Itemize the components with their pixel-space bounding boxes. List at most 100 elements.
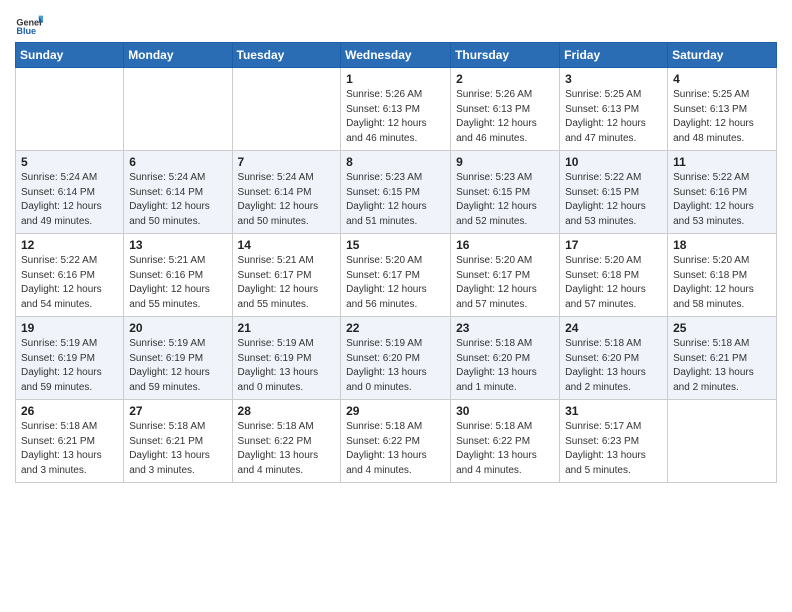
day-info: Sunrise: 5:17 AM Sunset: 6:23 PM Dayligh… [565,420,662,478]
week-row-3: 12 Sunrise: 5:22 AM Sunset: 6:16 PM Dayli… [16,234,777,317]
calendar-cell: 24 Sunrise: 5:18 AM Sunset: 6:20 PM Dayli… [560,317,668,400]
calendar-cell [124,68,232,151]
day-info: Sunrise: 5:22 AM Sunset: 6:15 PM Dayligh… [565,171,662,229]
day-number: 2 [456,72,554,86]
calendar-cell: 31 Sunrise: 5:17 AM Sunset: 6:23 PM Dayli… [560,400,668,483]
day-number: 24 [565,321,662,335]
calendar-cell: 23 Sunrise: 5:18 AM Sunset: 6:20 PM Dayli… [451,317,560,400]
calendar-cell: 29 Sunrise: 5:18 AM Sunset: 6:22 PM Dayli… [341,400,451,483]
day-number: 31 [565,404,662,418]
logo-icon: General Blue [15,10,43,38]
calendar-cell: 19 Sunrise: 5:19 AM Sunset: 6:19 PM Dayli… [16,317,124,400]
day-info: Sunrise: 5:20 AM Sunset: 6:18 PM Dayligh… [565,254,662,312]
day-info: Sunrise: 5:25 AM Sunset: 6:13 PM Dayligh… [673,88,771,146]
day-info: Sunrise: 5:18 AM Sunset: 6:20 PM Dayligh… [565,337,662,395]
calendar-cell: 5 Sunrise: 5:24 AM Sunset: 6:14 PM Daylig… [16,151,124,234]
day-info: Sunrise: 5:18 AM Sunset: 6:20 PM Dayligh… [456,337,554,395]
weekday-header-saturday: Saturday [668,43,777,68]
day-info: Sunrise: 5:20 AM Sunset: 6:18 PM Dayligh… [673,254,771,312]
week-row-5: 26 Sunrise: 5:18 AM Sunset: 6:21 PM Dayli… [16,400,777,483]
day-number: 23 [456,321,554,335]
day-number: 30 [456,404,554,418]
calendar-cell: 13Sunrise: 5:21 AM Sunset: 6:16 PM Dayli… [124,234,232,317]
day-number: 3 [565,72,662,86]
calendar-cell: 4Sunrise: 5:25 AM Sunset: 6:13 PM Daylig… [668,68,777,151]
week-row-4: 19 Sunrise: 5:19 AM Sunset: 6:19 PM Dayli… [16,317,777,400]
day-info: Sunrise: 5:20 AM Sunset: 6:17 PM Dayligh… [346,254,445,312]
day-number: 14 [238,238,336,252]
weekday-header-monday: Monday [124,43,232,68]
day-info: Sunrise: 5:18 AM Sunset: 6:21 PM Dayligh… [673,337,771,395]
calendar-cell: 6 Sunrise: 5:24 AM Sunset: 6:14 PM Daylig… [124,151,232,234]
weekday-header-thursday: Thursday [451,43,560,68]
calendar-cell: 12 Sunrise: 5:22 AM Sunset: 6:16 PM Dayli… [16,234,124,317]
calendar-cell: 10 Sunrise: 5:22 AM Sunset: 6:15 PM Dayli… [560,151,668,234]
day-number: 12 [21,238,118,252]
day-number: 26 [21,404,118,418]
day-number: 5 [21,155,118,169]
day-number: 11 [673,155,771,169]
day-number: 25 [673,321,771,335]
day-info: Sunrise: 5:19 AM Sunset: 6:19 PM Dayligh… [129,337,226,395]
calendar-cell: 11 Sunrise: 5:22 AM Sunset: 6:16 PM Dayli… [668,151,777,234]
day-info: Sunrise: 5:23 AM Sunset: 6:15 PM Dayligh… [456,171,554,229]
day-info: Sunrise: 5:26 AM Sunset: 6:13 PM Dayligh… [456,88,554,146]
week-row-2: 5 Sunrise: 5:24 AM Sunset: 6:14 PM Daylig… [16,151,777,234]
day-info: Sunrise: 5:18 AM Sunset: 6:21 PM Dayligh… [21,420,118,478]
calendar-cell: 25 Sunrise: 5:18 AM Sunset: 6:21 PM Dayli… [668,317,777,400]
day-info: Sunrise: 5:22 AM Sunset: 6:16 PM Dayligh… [21,254,118,312]
day-info: Sunrise: 5:19 AM Sunset: 6:19 PM Dayligh… [238,337,336,395]
calendar-cell: 18 Sunrise: 5:20 AM Sunset: 6:18 PM Dayli… [668,234,777,317]
day-info: Sunrise: 5:20 AM Sunset: 6:17 PM Dayligh… [456,254,554,312]
logo: General Blue [15,10,43,38]
day-number: 21 [238,321,336,335]
calendar-cell: 27 Sunrise: 5:18 AM Sunset: 6:21 PM Dayli… [124,400,232,483]
day-number: 27 [129,404,226,418]
calendar-cell [16,68,124,151]
calendar-cell: 22 Sunrise: 5:19 AM Sunset: 6:20 PM Dayli… [341,317,451,400]
day-number: 7 [238,155,336,169]
day-number: 13 [129,238,226,252]
day-info: Sunrise: 5:18 AM Sunset: 6:22 PM Dayligh… [456,420,554,478]
day-number: 19 [21,321,118,335]
day-info: Sunrise: 5:24 AM Sunset: 6:14 PM Dayligh… [21,171,118,229]
day-number: 18 [673,238,771,252]
day-info: Sunrise: 5:24 AM Sunset: 6:14 PM Dayligh… [129,171,226,229]
calendar-cell: 21 Sunrise: 5:19 AM Sunset: 6:19 PM Dayli… [232,317,341,400]
day-number: 8 [346,155,445,169]
day-info: Sunrise: 5:18 AM Sunset: 6:22 PM Dayligh… [238,420,336,478]
calendar-cell: 30 Sunrise: 5:18 AM Sunset: 6:22 PM Dayli… [451,400,560,483]
calendar-cell: 14Sunrise: 5:21 AM Sunset: 6:17 PM Dayli… [232,234,341,317]
weekday-header-sunday: Sunday [16,43,124,68]
calendar-cell: 3 Sunrise: 5:25 AM Sunset: 6:13 PM Daylig… [560,68,668,151]
weekday-header-friday: Friday [560,43,668,68]
day-info: Sunrise: 5:18 AM Sunset: 6:21 PM Dayligh… [129,420,226,478]
day-number: 17 [565,238,662,252]
day-number: 9 [456,155,554,169]
day-number: 28 [238,404,336,418]
day-info: Sunrise: 5:24 AM Sunset: 6:14 PM Dayligh… [238,171,336,229]
day-info: Sunrise: 5:18 AM Sunset: 6:22 PM Dayligh… [346,420,445,478]
weekday-header-wednesday: Wednesday [341,43,451,68]
day-number: 15 [346,238,445,252]
day-number: 6 [129,155,226,169]
day-info: Sunrise: 5:19 AM Sunset: 6:19 PM Dayligh… [21,337,118,395]
day-number: 10 [565,155,662,169]
svg-text:Blue: Blue [16,26,36,36]
weekday-header-tuesday: Tuesday [232,43,341,68]
calendar-cell: 20Sunrise: 5:19 AM Sunset: 6:19 PM Dayli… [124,317,232,400]
day-number: 29 [346,404,445,418]
day-info: Sunrise: 5:26 AM Sunset: 6:13 PM Dayligh… [346,88,445,146]
day-info: Sunrise: 5:23 AM Sunset: 6:15 PM Dayligh… [346,171,445,229]
calendar-cell: 8 Sunrise: 5:23 AM Sunset: 6:15 PM Daylig… [341,151,451,234]
day-number: 22 [346,321,445,335]
calendar-cell: 17 Sunrise: 5:20 AM Sunset: 6:18 PM Dayli… [560,234,668,317]
weekday-header-row: SundayMondayTuesdayWednesdayThursdayFrid… [16,43,777,68]
day-info: Sunrise: 5:19 AM Sunset: 6:20 PM Dayligh… [346,337,445,395]
day-info: Sunrise: 5:22 AM Sunset: 6:16 PM Dayligh… [673,171,771,229]
calendar-cell: 26 Sunrise: 5:18 AM Sunset: 6:21 PM Dayli… [16,400,124,483]
calendar-cell: 2 Sunrise: 5:26 AM Sunset: 6:13 PM Daylig… [451,68,560,151]
calendar-cell: 28 Sunrise: 5:18 AM Sunset: 6:22 PM Dayli… [232,400,341,483]
calendar-cell: 1Sunrise: 5:26 AM Sunset: 6:13 PM Daylig… [341,68,451,151]
day-info: Sunrise: 5:25 AM Sunset: 6:13 PM Dayligh… [565,88,662,146]
